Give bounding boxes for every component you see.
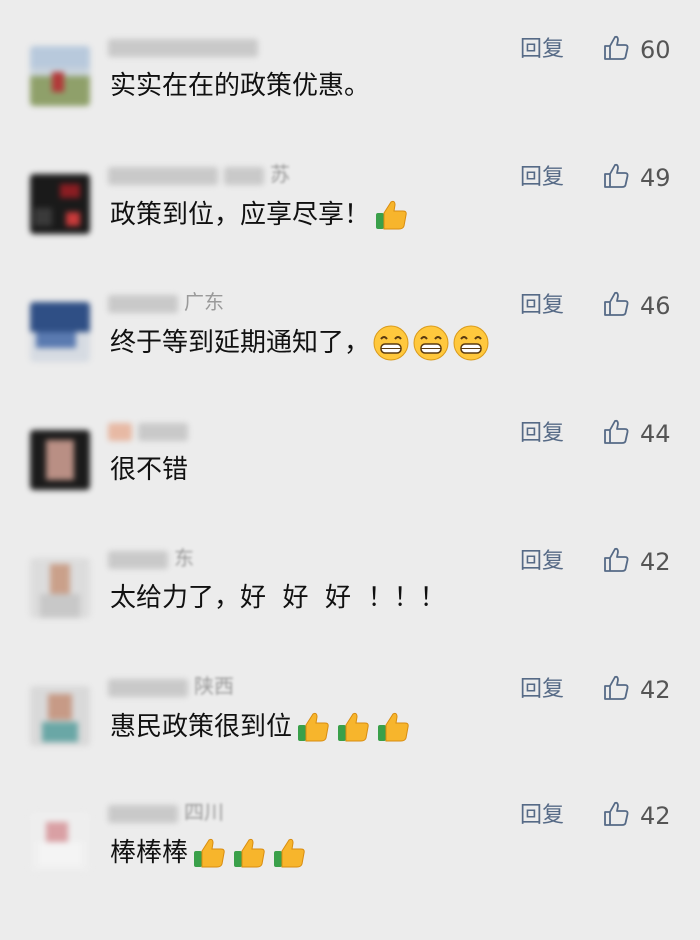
user-location: 四川 xyxy=(184,800,224,824)
avatar[interactable] xyxy=(30,686,90,746)
grin-emoji-icon xyxy=(372,324,410,362)
comment-item: 回复 44 很不错 xyxy=(0,419,700,558)
like-button[interactable]: 42 xyxy=(602,674,671,706)
thumbs-up-emoji-icon xyxy=(294,708,332,746)
comment-text: 棒棒棒 xyxy=(110,838,189,868)
thumbs-up-emoji-icon xyxy=(374,708,412,746)
thumbs-up-outline-icon xyxy=(602,162,630,194)
comment-item: 四川 回复 42 棒棒棒 xyxy=(0,800,700,940)
reply-button[interactable]: 回复 xyxy=(520,164,564,192)
like-count: 42 xyxy=(640,548,671,576)
comment-text: 实实在在的政策优惠。 xyxy=(110,71,371,101)
user-location: 广东 xyxy=(184,290,224,314)
like-button[interactable]: 49 xyxy=(602,162,671,194)
comment-item: 回复 60 实实在在的政策优惠。 xyxy=(0,35,700,174)
comment-text-row: 惠民政策很到位 xyxy=(110,708,412,746)
thumbs-up-emoji-icon xyxy=(190,834,228,872)
reply-button[interactable]: 回复 xyxy=(520,802,564,830)
like-button[interactable]: 42 xyxy=(602,546,671,578)
comment-text-row: 终于等到延期通知了， xyxy=(110,324,490,362)
user-location: 陕西 xyxy=(194,674,234,698)
comment-text-row: 棒棒棒 xyxy=(110,834,308,872)
reply-button[interactable]: 回复 xyxy=(520,292,564,320)
like-count: 42 xyxy=(640,802,671,830)
like-button[interactable]: 60 xyxy=(602,34,671,66)
like-count: 49 xyxy=(640,164,671,192)
reply-button[interactable]: 回复 xyxy=(520,548,564,576)
thumbs-up-outline-icon xyxy=(602,34,630,66)
username[interactable]: 陕西 xyxy=(108,672,234,700)
username[interactable] xyxy=(108,32,264,60)
comment-text-row: 实实在在的政策优惠。 xyxy=(110,68,370,104)
comment-text-row: 很不错 xyxy=(110,452,188,488)
like-count: 46 xyxy=(640,292,671,320)
avatar[interactable] xyxy=(30,558,90,618)
comment-text: 太给力了，好 好 好 ！！！ xyxy=(110,583,446,613)
comment-item: 陕西 回复 42 惠民政策很到位 xyxy=(0,674,700,814)
comment-text: 终于等到延期通知了， xyxy=(110,328,371,358)
reply-button[interactable]: 回复 xyxy=(520,36,564,64)
avatar[interactable] xyxy=(30,430,90,490)
thumbs-up-outline-icon xyxy=(602,290,630,322)
comment-item: 广东 回复 46 终于等到延期通知了， xyxy=(0,290,700,430)
thumbs-up-outline-icon xyxy=(602,546,630,578)
like-count: 60 xyxy=(640,36,671,64)
username[interactable]: 广东 xyxy=(108,288,224,316)
username[interactable] xyxy=(108,416,194,444)
user-location: 苏 xyxy=(270,162,290,186)
comment-text-row: 政策到位，应享尽享！ xyxy=(110,196,410,234)
username[interactable]: 四川 xyxy=(108,798,224,826)
grin-emoji-icon xyxy=(452,324,490,362)
reply-button[interactable]: 回复 xyxy=(520,420,564,448)
comment-text: 惠民政策很到位 xyxy=(110,712,293,742)
thumbs-up-outline-icon xyxy=(602,800,630,832)
like-button[interactable]: 44 xyxy=(602,418,671,450)
comment-text: 政策到位，应享尽享！ xyxy=(110,200,371,230)
thumbs-up-emoji-icon xyxy=(230,834,268,872)
thumbs-up-emoji-icon xyxy=(270,834,308,872)
grin-emoji-icon xyxy=(412,324,450,362)
avatar[interactable] xyxy=(30,174,90,234)
comment-text: 很不错 xyxy=(110,455,189,485)
username[interactable]: 东 xyxy=(108,544,194,572)
like-button[interactable]: 46 xyxy=(602,290,671,322)
user-location: 东 xyxy=(174,546,194,570)
avatar[interactable] xyxy=(30,302,90,362)
thumbs-up-outline-icon xyxy=(602,418,630,450)
like-count: 42 xyxy=(640,676,671,704)
avatar[interactable] xyxy=(30,812,90,872)
comment-item: 苏 回复 49 政策到位，应享尽享！ xyxy=(0,162,700,302)
thumbs-up-emoji-icon xyxy=(334,708,372,746)
comment-text-row: 太给力了，好 好 好 ！！！ xyxy=(110,580,446,616)
username[interactable]: 苏 xyxy=(108,160,290,188)
reply-button[interactable]: 回复 xyxy=(520,676,564,704)
thumbs-up-outline-icon xyxy=(602,674,630,706)
like-count: 44 xyxy=(640,420,671,448)
comment-list: 回复 60 实实在在的政策优惠。 苏 回复 49 政策到位，应享尽享！ 广东 回… xyxy=(0,0,700,896)
thumbs-up-emoji-icon xyxy=(372,196,410,234)
like-button[interactable]: 42 xyxy=(602,800,671,832)
avatar[interactable] xyxy=(30,46,90,106)
comment-item: 东 回复 42 太给力了，好 好 好 ！！！ xyxy=(0,546,700,686)
